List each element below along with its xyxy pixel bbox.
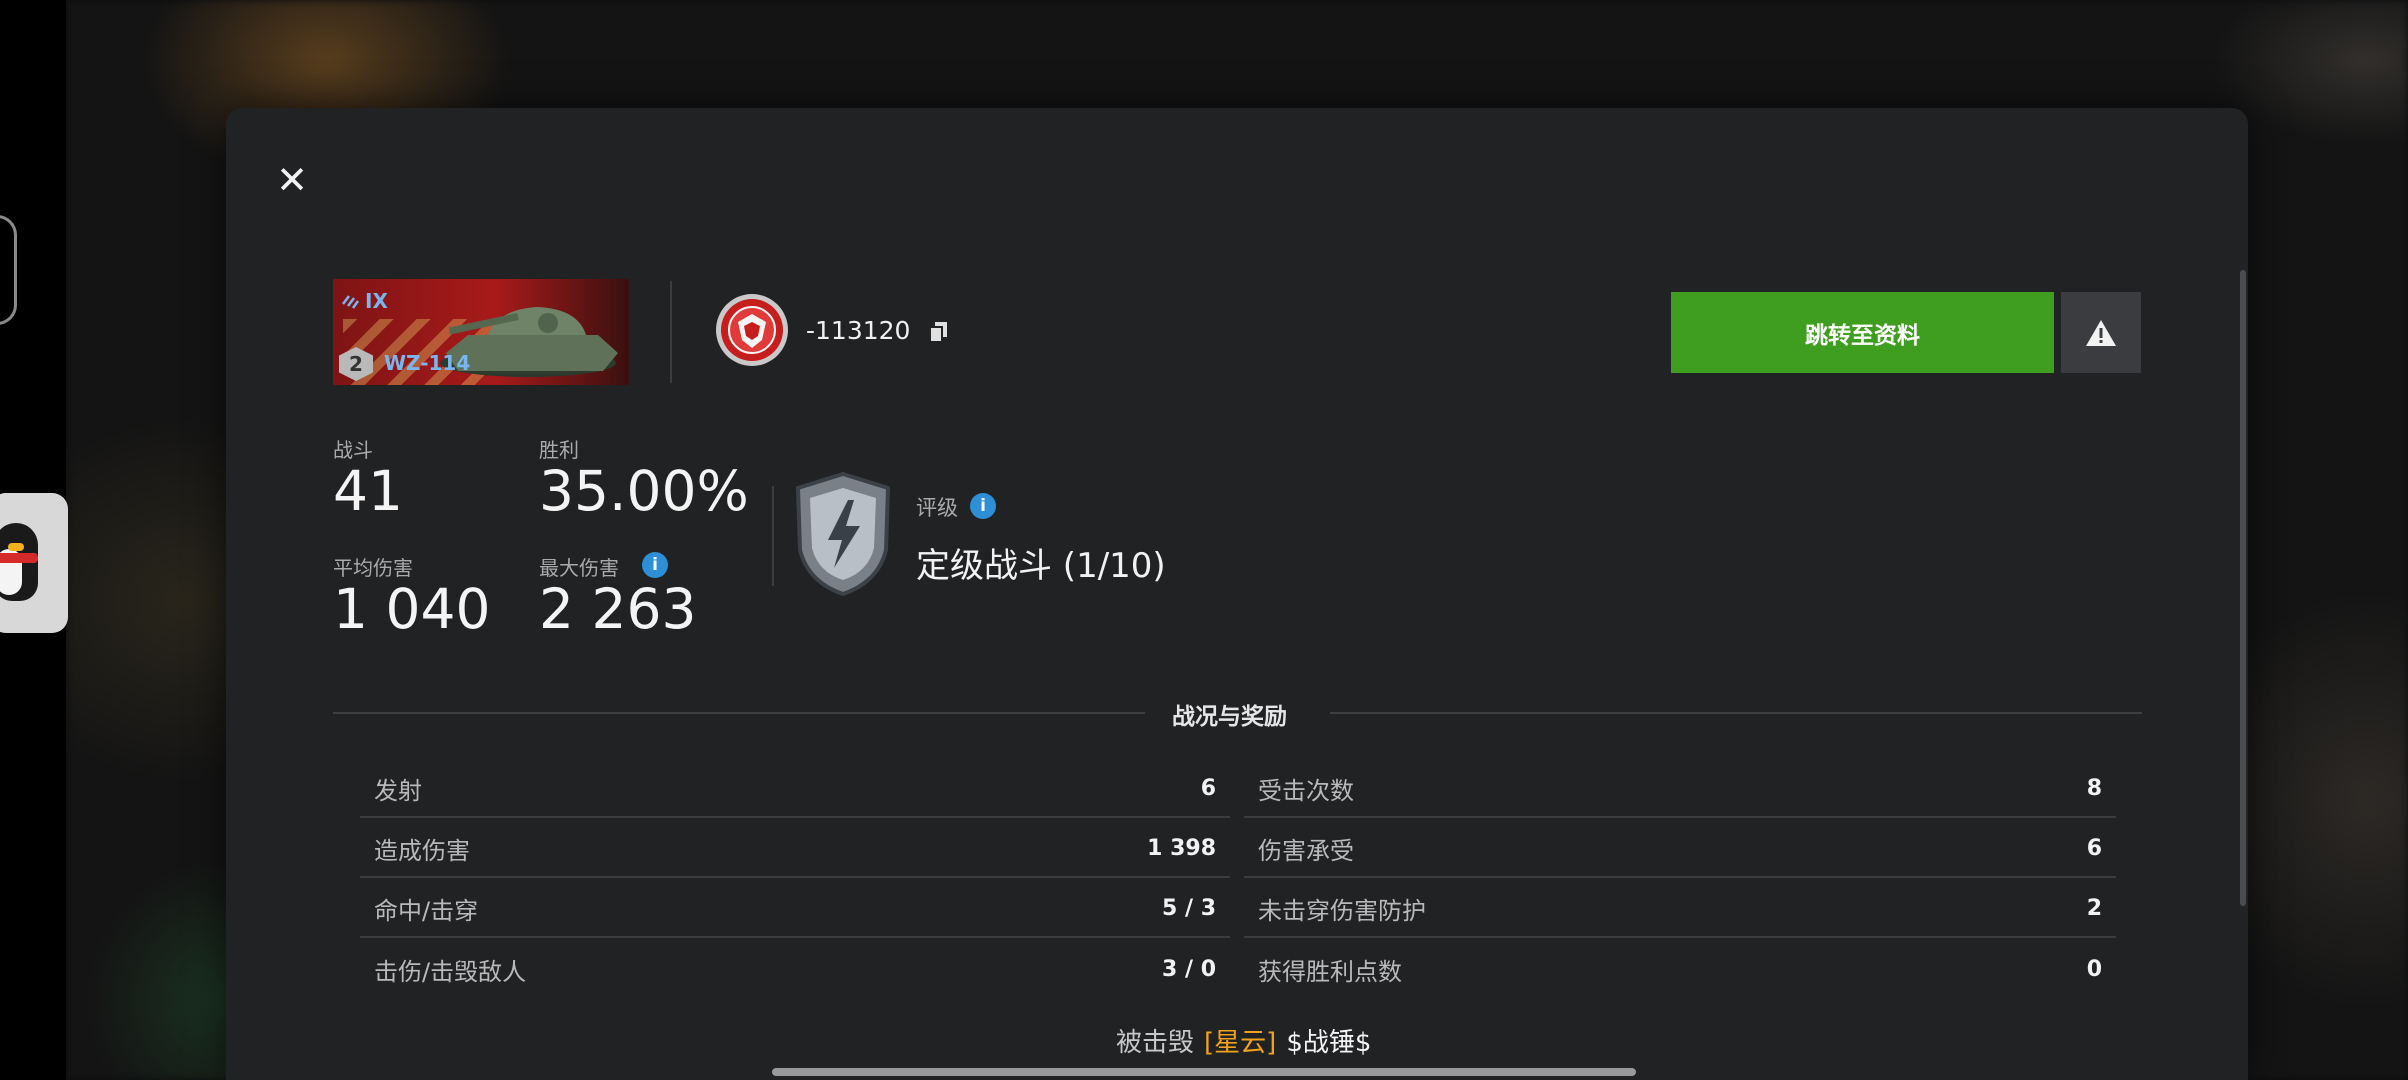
mastery-level: 2 — [349, 352, 363, 376]
row-value: 8 — [2086, 775, 2102, 801]
row-label: 命中/击穿 — [374, 896, 479, 925]
tank-tier-label: IX — [365, 289, 388, 313]
divider — [670, 281, 672, 383]
row-label: 造成伤害 — [374, 836, 470, 865]
table-row: 未击穿伤害防护 2 — [1244, 880, 2116, 938]
killed-by: 被击毁 [星云] $战锤$ — [1116, 1022, 1371, 1059]
tank-tier: IX — [341, 289, 388, 313]
clan-emblem-icon — [716, 294, 788, 366]
rating-label: 评级 — [916, 496, 958, 520]
table-row: 造成伤害 1 398 — [360, 820, 1230, 878]
row-label: 击伤/击毁敌人 — [374, 957, 527, 986]
qq-app-bubble[interactable] — [0, 493, 68, 633]
row-label: 伤害承受 — [1258, 836, 1354, 865]
row-label: 发射 — [374, 776, 422, 805]
killer-name[interactable]: $战锤$ — [1286, 1022, 1371, 1059]
row-value: 6 — [1200, 775, 1216, 801]
tank-name: WZ-114 — [384, 351, 471, 375]
row-value: 5 / 3 — [1162, 895, 1216, 921]
row-label: 获得胜利点数 — [1258, 957, 1402, 986]
rating-shield-icon — [795, 471, 891, 597]
side-hexagon-icon[interactable] — [0, 215, 17, 325]
row-value: 3 / 0 — [1162, 956, 1216, 982]
winrate-value: 35.00% — [539, 459, 749, 523]
row-value: 2 — [2086, 895, 2102, 921]
max-damage-value: 2 263 — [539, 577, 697, 641]
row-value: 0 — [2086, 956, 2102, 982]
max-damage-info-icon[interactable]: i — [642, 552, 668, 578]
player-id: -113120 — [806, 316, 911, 345]
battles-value: 41 — [333, 459, 403, 523]
table-row: 获得胜利点数 0 — [1244, 940, 2116, 998]
row-value: 1 398 — [1147, 835, 1216, 861]
table-row: 命中/击穿 5 / 3 — [360, 880, 1230, 938]
avg-damage-value: 1 040 — [333, 577, 491, 641]
scrollbar[interactable] — [2240, 270, 2246, 906]
section-divider-right — [1330, 712, 2142, 714]
rating-value: 定级战斗 (1/10) — [916, 546, 1166, 586]
killer-clan[interactable]: [星云] — [1204, 1022, 1276, 1059]
go-to-profile-button[interactable]: 跳转至资料 — [1671, 292, 2054, 373]
tank-class-icon — [342, 295, 359, 309]
table-row: 发射 6 — [360, 760, 1230, 818]
row-label: 受击次数 — [1258, 776, 1354, 805]
copy-icon[interactable] — [928, 320, 950, 344]
divider — [772, 486, 774, 586]
warning-icon — [2086, 319, 2116, 346]
section-title: 战况与奖励 — [1172, 704, 1287, 730]
home-indicator[interactable] — [772, 1068, 1636, 1076]
row-value: 6 — [2086, 835, 2102, 861]
close-icon[interactable]: ✕ — [268, 156, 316, 204]
table-row: 击伤/击毁敌人 3 / 0 — [360, 940, 1230, 998]
section-divider-left — [333, 712, 1145, 714]
table-row: 受击次数 8 — [1244, 760, 2116, 818]
rating-info-icon[interactable]: i — [970, 493, 996, 519]
penguin-icon — [0, 523, 44, 603]
report-button[interactable] — [2061, 292, 2141, 373]
killed-by-label: 被击毁 — [1116, 1028, 1195, 1058]
row-label: 未击穿伤害防护 — [1258, 896, 1426, 925]
table-row: 伤害承受 6 — [1244, 820, 2116, 878]
